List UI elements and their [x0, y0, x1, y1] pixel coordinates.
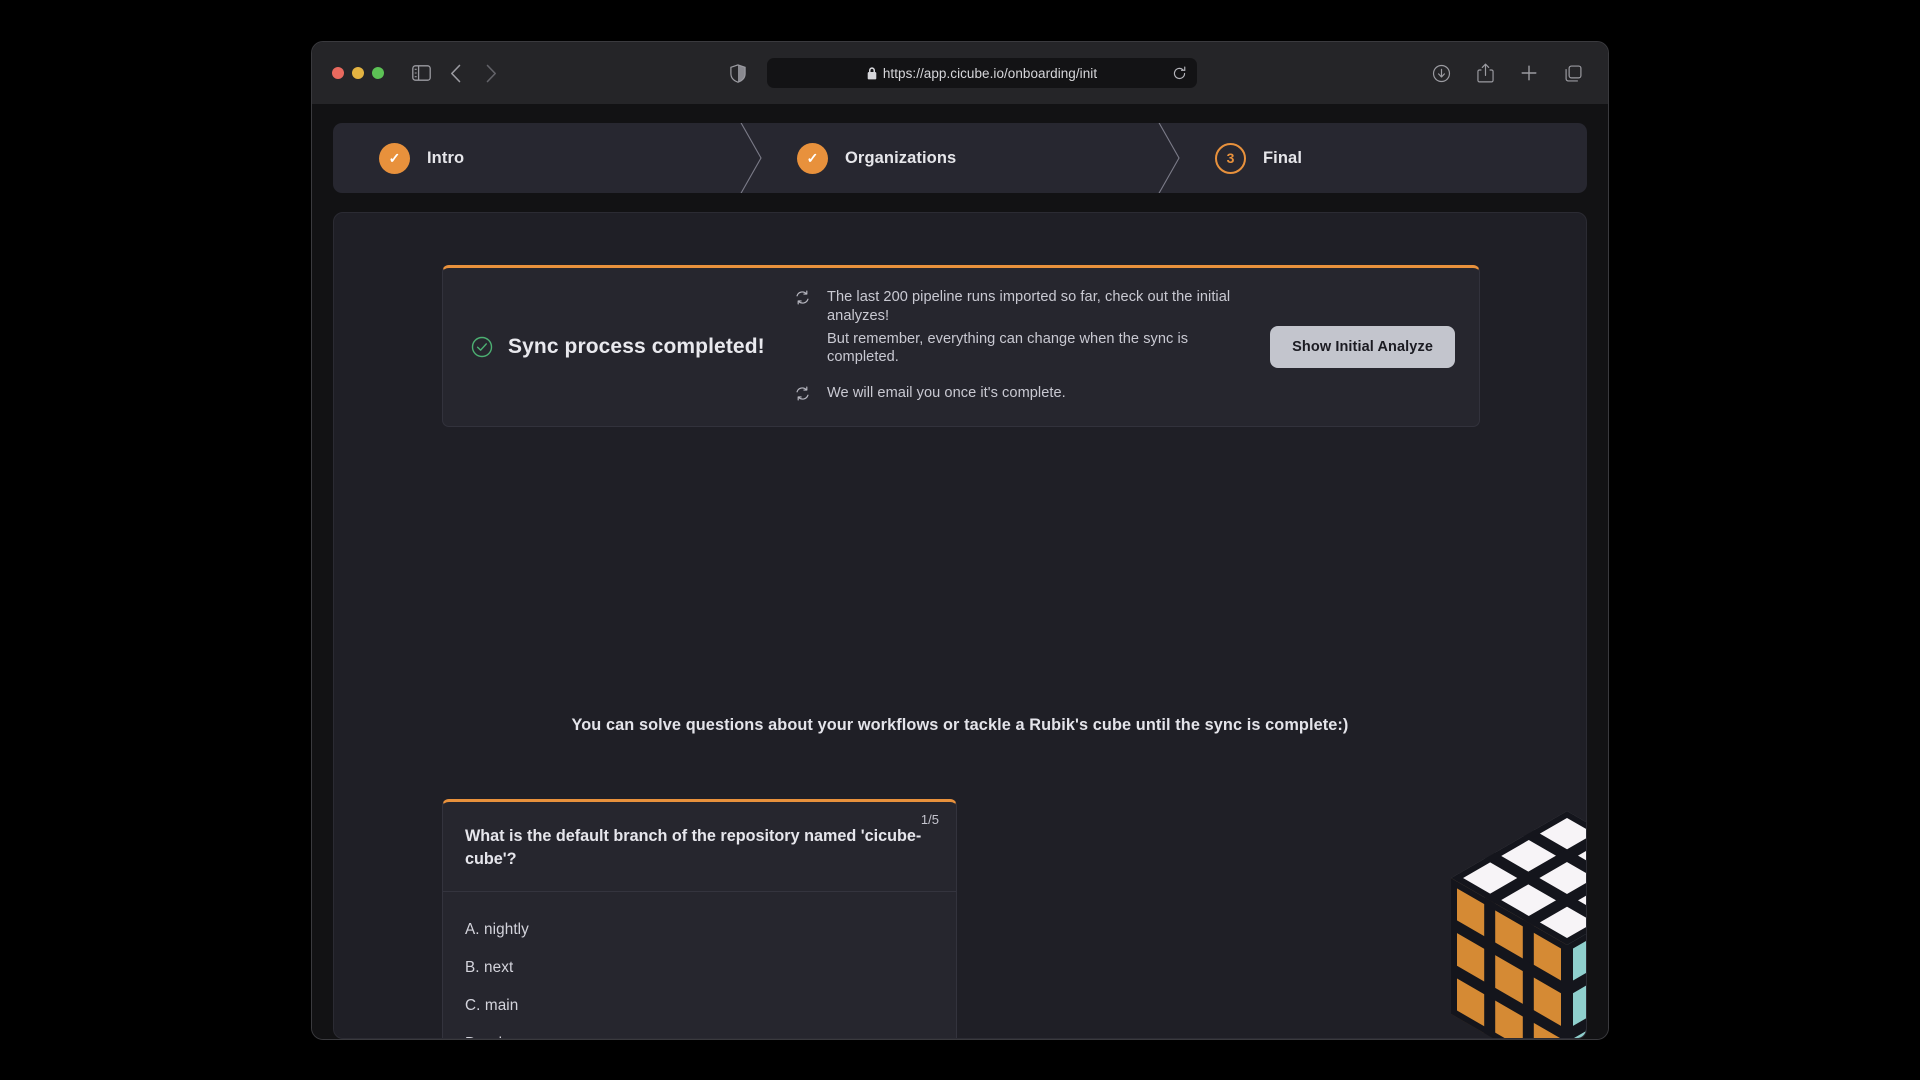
show-initial-analyze-button[interactable]: Show Initial Analyze: [1270, 326, 1455, 368]
sync-status-banner: Sync process completed! The last 200 pip…: [442, 265, 1480, 427]
sync-status-title: Sync process completed!: [508, 335, 765, 358]
rubiks-cube-area: DOUBLE TAP TO PLAY: [1422, 803, 1587, 1039]
sync-message-line-1: The last 200 pipeline runs imported so f…: [827, 289, 1231, 324]
sync-message-lines: We will email you once it's complete.: [827, 384, 1066, 403]
downloads-icon[interactable]: [1426, 58, 1456, 88]
quiz-option-a[interactable]: A. nightly: [465, 911, 934, 949]
address-bar-area: https://app.cicube.io/onboarding/init: [312, 58, 1608, 88]
chevron-left-icon[interactable]: [440, 58, 470, 88]
toolbar-right-icons: [1426, 58, 1588, 88]
url-value: https://app.cicube.io/onboarding/init: [882, 65, 1098, 81]
reload-icon[interactable]: [1169, 63, 1189, 83]
quiz-option-b[interactable]: B. next: [465, 949, 934, 987]
sync-icon: [795, 290, 810, 310]
rubiks-cube-icon[interactable]: [1444, 803, 1587, 1039]
quiz-options: A. nightly B. next C. main D. release: [443, 892, 956, 1038]
sync-icon: [795, 386, 810, 406]
step-organizations-label: Organizations: [845, 148, 957, 167]
step-final-label: Final: [1263, 148, 1303, 167]
sync-message-row: The last 200 pipeline runs imported so f…: [795, 288, 1254, 367]
share-icon[interactable]: [1470, 58, 1500, 88]
new-tab-icon[interactable]: [1514, 58, 1544, 88]
privacy-shield-icon[interactable]: [723, 58, 753, 88]
minimize-window-button[interactable]: [352, 67, 364, 79]
maximize-window-button[interactable]: [372, 67, 384, 79]
close-window-button[interactable]: [332, 67, 344, 79]
sync-messages: The last 200 pipeline runs imported so f…: [795, 288, 1270, 406]
activity-prompt: You can solve questions about your workf…: [571, 716, 1349, 734]
quiz-question: What is the default branch of the reposi…: [465, 827, 922, 869]
url-bar[interactable]: https://app.cicube.io/onboarding/init: [767, 58, 1197, 88]
browser-toolbar: https://app.cicube.io/onboarding/init: [312, 42, 1608, 104]
main-panel: Sync process completed! The last 200 pip…: [333, 212, 1587, 1039]
step-organizations-marker: ✓: [797, 142, 828, 174]
step-intro[interactable]: ✓ Intro: [333, 123, 762, 193]
step-final-marker: 3: [1215, 142, 1246, 174]
window-controls: [332, 67, 384, 79]
sync-message-row: We will email you once it's complete.: [795, 384, 1254, 406]
quiz-option-c[interactable]: C. main: [465, 987, 934, 1025]
sync-message-line-2: But remember, everything can change when…: [827, 330, 1189, 366]
step-intro-label: Intro: [427, 148, 465, 167]
navigation-buttons: [440, 58, 506, 88]
page-content: ✓ Intro ✓ Organizations 3 Final Sync pro…: [312, 104, 1608, 1039]
chevron-right-icon[interactable]: [476, 58, 506, 88]
step-intro-marker: ✓: [379, 142, 410, 174]
check-circle-icon: [471, 336, 493, 358]
lock-icon: [867, 66, 877, 80]
onboarding-stepper: ✓ Intro ✓ Organizations 3 Final: [333, 123, 1587, 193]
sync-message-lines: The last 200 pipeline runs imported so f…: [827, 288, 1254, 367]
sync-status-title-group: Sync process completed!: [443, 335, 795, 359]
step-final[interactable]: 3 Final: [1169, 123, 1587, 193]
step-organizations[interactable]: ✓ Organizations: [751, 123, 1180, 193]
quiz-counter: 1/5: [920, 812, 939, 827]
quiz-header: 1/5 What is the default branch of the re…: [443, 802, 956, 892]
sidebar-toggle-icon[interactable]: [406, 58, 436, 88]
browser-window: https://app.cicube.io/onboarding/init ✓ …: [311, 41, 1609, 1040]
tab-overview-icon[interactable]: [1558, 58, 1588, 88]
sync-message-line-3: We will email you once it's complete.: [827, 384, 1066, 401]
url-text-group: https://app.cicube.io/onboarding/init: [867, 66, 1097, 81]
quiz-card: 1/5 What is the default branch of the re…: [442, 799, 957, 1038]
quiz-option-d[interactable]: D. release: [465, 1025, 934, 1038]
